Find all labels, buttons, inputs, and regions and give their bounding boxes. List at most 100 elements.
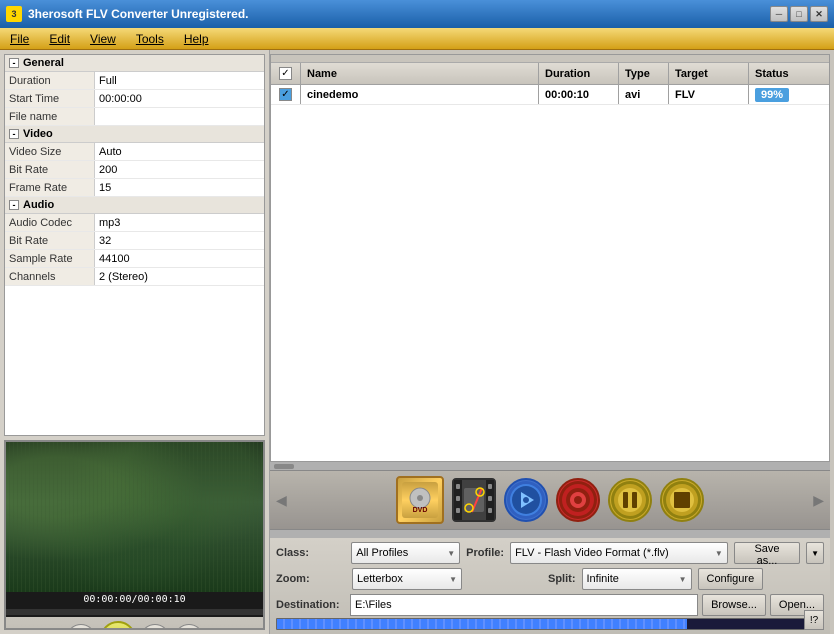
prop-video-bitrate-name: Bit Rate	[5, 161, 95, 178]
prop-audio-bitrate-name: Bit Rate	[5, 232, 95, 249]
row-target: FLV	[669, 85, 749, 104]
time-display: 00:00:00/00:00:10	[6, 592, 263, 607]
prop-audio-codec-value[interactable]: mp3	[95, 217, 264, 229]
prop-video-bitrate-value[interactable]: 200	[95, 164, 264, 176]
prop-sample-rate-value[interactable]: 44100	[95, 253, 264, 265]
menu-view[interactable]: View	[80, 30, 126, 48]
stop-button[interactable]	[660, 478, 704, 522]
prop-filename: File name	[5, 108, 264, 126]
close-button[interactable]: ✕	[810, 6, 828, 22]
prop-channels-value[interactable]: 2 (Stereo)	[95, 271, 264, 283]
configure-button[interactable]: Configure	[698, 568, 764, 590]
menu-tools[interactable]: Tools	[126, 30, 174, 48]
prop-framerate-value[interactable]: 15	[95, 182, 264, 194]
prop-duration-name: Duration	[5, 72, 95, 89]
svg-text:DVD: DVD	[413, 507, 428, 514]
col-duration-header: Duration	[539, 63, 619, 84]
convert-icon	[506, 480, 546, 520]
convert-button[interactable]	[504, 478, 548, 522]
film-cut-button[interactable]	[452, 478, 496, 522]
pause-button[interactable]	[608, 478, 652, 522]
app-title: 3herosoft FLV Converter Unregistered.	[28, 7, 249, 21]
record-button[interactable]	[556, 478, 600, 522]
help-button[interactable]: !?	[804, 610, 824, 630]
class-select[interactable]: All Profiles ▼	[351, 542, 460, 564]
rewind-button[interactable]: ⏮	[66, 624, 96, 630]
scroll-indicator	[274, 464, 294, 469]
browse-button[interactable]: Browse...	[702, 594, 766, 616]
minimize-button[interactable]: ─	[770, 6, 788, 22]
record-icon	[558, 480, 598, 520]
class-select-arrow: ▼	[447, 549, 455, 558]
title-controls: ─ □ ✕	[770, 6, 828, 22]
pause-icon	[610, 480, 650, 520]
playback-controls: ⏮ ▶ ■ ⏭	[6, 617, 263, 630]
split-select[interactable]: Infinite ▼	[582, 568, 692, 590]
prop-video-size-value[interactable]: Auto	[95, 146, 264, 158]
menu-file[interactable]: File	[0, 30, 39, 48]
zoom-label: Zoom:	[276, 573, 346, 585]
col-target-header: Target	[669, 63, 749, 84]
toolbar-scroll-bottom	[270, 530, 830, 538]
menu-help[interactable]: Help	[174, 30, 219, 48]
audio-section-header[interactable]: - Audio	[5, 197, 264, 214]
table-row[interactable]: ✓ cinedemo 00:00:10 avi FLV 99%	[271, 85, 829, 105]
zoom-split-row: Zoom: Letterbox ▼ Split: Infinite ▼ Conf…	[276, 568, 824, 590]
prop-start-time: Start Time 00:00:00	[5, 90, 264, 108]
row-filename: cinedemo	[301, 85, 539, 104]
prop-video-size: Video Size Auto	[5, 143, 264, 161]
file-list-area: ✓ Name Duration Type Target Status	[270, 54, 830, 462]
play-button[interactable]: ▶	[100, 621, 136, 630]
prop-video-bitrate: Bit Rate 200	[5, 161, 264, 179]
save-as-dropdown[interactable]: ▼	[806, 542, 824, 564]
app-icon: 3	[6, 6, 22, 22]
bottom-controls: Class: All Profiles ▼ Profile: FLV - Fla…	[270, 538, 830, 634]
video-frame	[6, 442, 263, 592]
save-as-button[interactable]: Save as...	[734, 542, 800, 564]
destination-row: Destination: Browse... Open...	[276, 594, 824, 616]
dvd-button[interactable]: DVD	[396, 476, 444, 524]
video-progress-bar[interactable]	[6, 609, 263, 615]
class-label: Class:	[276, 547, 345, 559]
prop-audio-codec: Audio Codec mp3	[5, 214, 264, 232]
dvd-icon: DVD	[402, 482, 438, 518]
split-select-arrow: ▼	[679, 575, 687, 584]
audio-collapse[interactable]: -	[9, 200, 19, 210]
col-type-header: Type	[619, 63, 669, 84]
destination-input[interactable]	[350, 594, 698, 616]
general-section-header[interactable]: - General	[5, 55, 264, 72]
main-content: - General Duration Full Start Time 00:00…	[0, 50, 834, 634]
forward-button[interactable]: ⏭	[174, 624, 204, 630]
video-preview: 00:00:00/00:00:10 ⏮ ▶ ■ ⏭	[4, 440, 265, 630]
prop-audio-bitrate-value[interactable]: 32	[95, 235, 264, 247]
prop-start-time-value[interactable]: 00:00:00	[95, 93, 264, 105]
prop-video-size-name: Video Size	[5, 143, 95, 160]
toolbar-scroll-left[interactable]: ◀	[276, 492, 287, 509]
general-collapse[interactable]: -	[9, 58, 19, 68]
profile-select-arrow: ▼	[715, 549, 723, 558]
col-name-header: Name	[301, 63, 539, 84]
prop-start-time-name: Start Time	[5, 90, 95, 107]
profile-label: Profile:	[466, 547, 504, 559]
row-status: 99%	[749, 85, 829, 104]
prop-duration-value[interactable]: Full	[95, 75, 264, 87]
toolbar: ◀ DVD	[270, 470, 830, 530]
split-label: Split:	[548, 573, 576, 585]
video-section-header[interactable]: - Video	[5, 126, 264, 143]
video-collapse[interactable]: -	[9, 129, 19, 139]
file-list-header: ✓ Name Duration Type Target Status	[271, 63, 829, 85]
prop-channels: Channels 2 (Stereo)	[5, 268, 264, 286]
select-all-checkbox[interactable]: ✓	[279, 67, 292, 80]
conversion-progress-fill	[277, 619, 687, 629]
profile-select[interactable]: FLV - Flash Video Format (*.flv) ▼	[510, 542, 728, 564]
prop-duration: Duration Full	[5, 72, 264, 90]
prop-sample-rate: Sample Rate 44100	[5, 250, 264, 268]
right-panel: ✓ Name Duration Type Target Status	[270, 50, 834, 634]
stop-playback-button[interactable]: ■	[140, 624, 170, 630]
destination-label: Destination:	[276, 599, 346, 611]
menu-edit[interactable]: Edit	[39, 30, 80, 48]
maximize-button[interactable]: □	[790, 6, 808, 22]
row-checkbox[interactable]: ✓	[271, 85, 301, 104]
zoom-select[interactable]: Letterbox ▼	[352, 568, 462, 590]
toolbar-scroll-right[interactable]: ▶	[813, 492, 824, 509]
